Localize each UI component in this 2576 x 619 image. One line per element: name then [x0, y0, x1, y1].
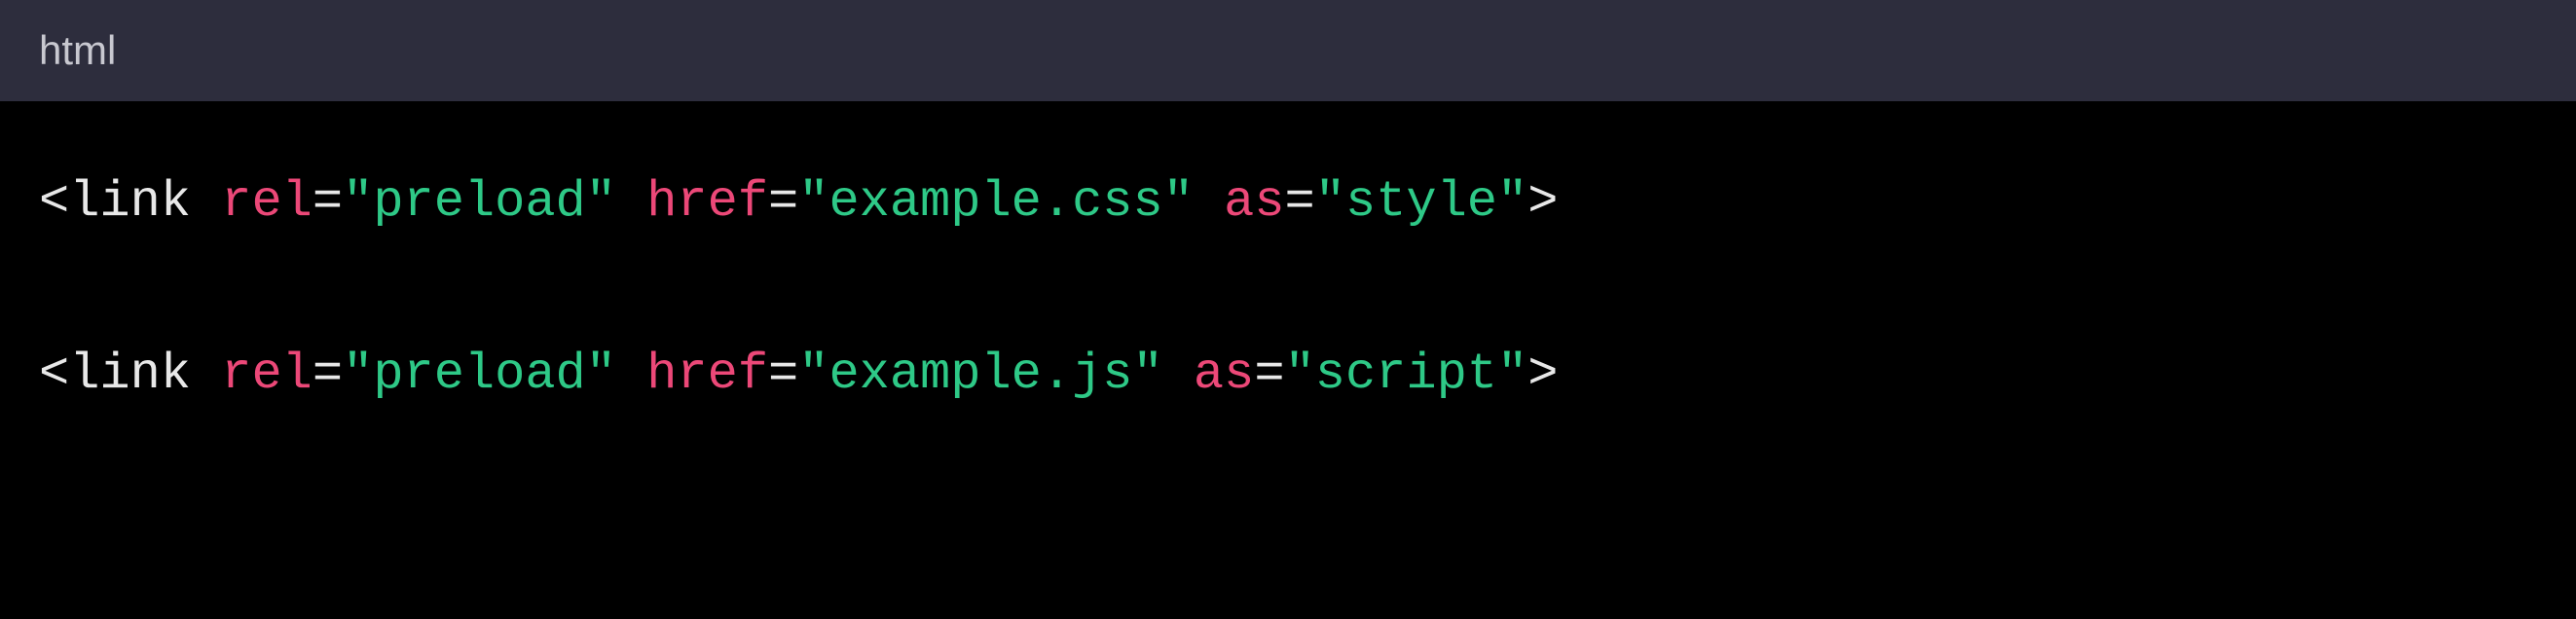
- code-language-label: html: [39, 27, 116, 74]
- code-token: [1194, 173, 1224, 231]
- code-token: link: [69, 346, 191, 403]
- code-token: >: [1527, 173, 1558, 231]
- code-token: link: [69, 173, 191, 231]
- code-content[interactable]: <link rel="preload" href="example.css" a…: [0, 101, 2576, 456]
- code-header: html: [0, 0, 2576, 101]
- code-token: [616, 173, 646, 231]
- code-token: "preload": [343, 346, 616, 403]
- code-token: "preload": [343, 173, 616, 231]
- code-token: rel: [221, 346, 313, 403]
- code-token: [191, 346, 221, 403]
- code-token: =: [1285, 173, 1315, 231]
- code-token: as: [1224, 173, 1284, 231]
- code-token: [1163, 346, 1194, 403]
- code-token: "example.js": [798, 346, 1162, 403]
- code-line: <link rel="preload" href="example.js" as…: [39, 332, 2537, 418]
- code-token: "example.css": [798, 173, 1194, 231]
- code-token: >: [1527, 346, 1558, 403]
- code-token: [616, 346, 646, 403]
- code-token: "script": [1285, 346, 1528, 403]
- code-token: <: [39, 173, 69, 231]
- code-block: html <link rel="preload" href="example.c…: [0, 0, 2576, 619]
- code-token: =: [313, 346, 343, 403]
- code-token: <: [39, 346, 69, 403]
- code-token: "style": [1315, 173, 1527, 231]
- code-token: =: [768, 346, 798, 403]
- code-token: href: [646, 173, 768, 231]
- code-token: [191, 173, 221, 231]
- code-token: =: [768, 173, 798, 231]
- code-token: =: [313, 173, 343, 231]
- code-token: rel: [221, 173, 313, 231]
- code-line: <link rel="preload" href="example.css" a…: [39, 160, 2537, 245]
- code-token: =: [1254, 346, 1284, 403]
- code-token: href: [646, 346, 768, 403]
- code-token: as: [1194, 346, 1254, 403]
